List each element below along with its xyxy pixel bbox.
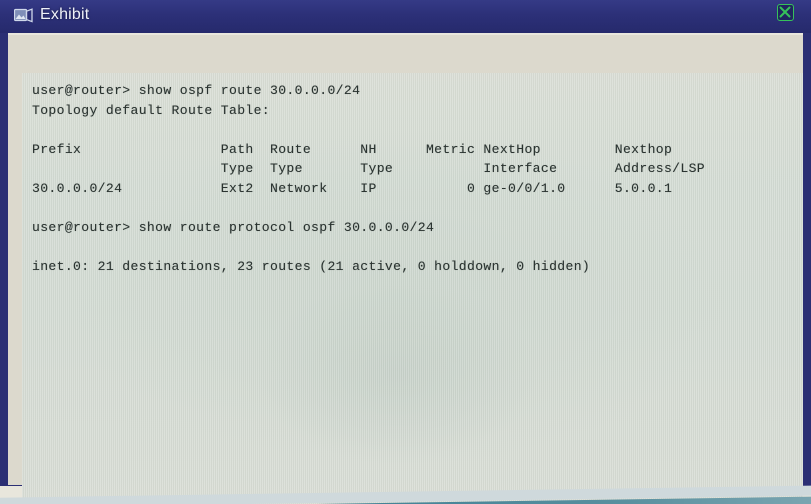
cli-output-text: user@router> show ospf route 30.0.0.0/24… [32, 83, 706, 275]
window-title: Exhibit [40, 6, 90, 23]
exhibit-image-icon [13, 8, 33, 24]
screen-moire-artifact [252, 278, 542, 468]
screen-photo: Exhibit user@router> show ospf route 30.… [0, 0, 811, 504]
window-titlebar[interactable]: Exhibit [0, 0, 811, 33]
close-button[interactable] [777, 4, 794, 21]
window-content-frame: user@router> show ospf route 30.0.0.0/24… [8, 33, 803, 504]
exhibit-window: Exhibit user@router> show ospf route 30.… [0, 0, 811, 504]
close-icon [779, 6, 791, 18]
terminal-output-panel: user@router> show ospf route 30.0.0.0/24… [22, 73, 803, 504]
